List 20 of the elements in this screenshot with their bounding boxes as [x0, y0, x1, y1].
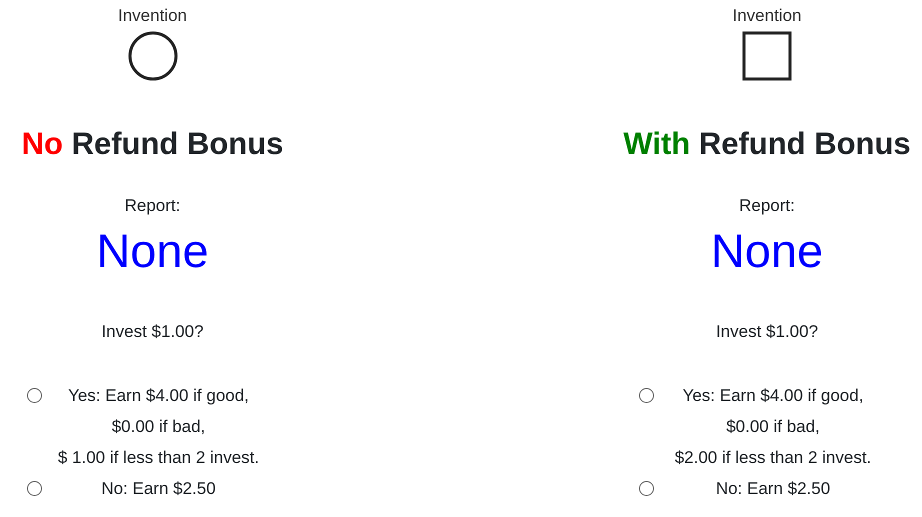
- report-value: None: [96, 223, 209, 279]
- option-label: No: Earn $2.50: [716, 478, 830, 500]
- report-value: None: [710, 223, 824, 279]
- option-label: Yes: Earn $4.00 if good, $0.00 if bad, $2.00 if less than 2 invest.: [674, 385, 872, 469]
- option-label: No: Earn $2.50: [101, 478, 216, 500]
- report-label: Report:: [124, 195, 180, 217]
- report-label: Report:: [739, 195, 795, 217]
- circle-icon: [128, 31, 178, 81]
- bonus-heading: No Refund Bonus: [22, 125, 284, 163]
- option-label: Yes: Earn $4.00 if good, $0.00 if bad, $ 1.00 if less than 2 invest.: [58, 385, 260, 469]
- bonus-heading: With Refund Bonus: [623, 125, 911, 163]
- radio-button[interactable]: [639, 388, 654, 403]
- radio-button[interactable]: [27, 481, 42, 496]
- symbol-label: Invention: [732, 5, 802, 27]
- invest-question: Invest $1.00?: [716, 321, 818, 343]
- radio-button[interactable]: [27, 388, 42, 403]
- square-icon: [742, 31, 792, 81]
- radio-button[interactable]: [639, 481, 654, 496]
- invest-question: Invest $1.00?: [101, 321, 204, 343]
- symbol-label: Invention: [118, 5, 187, 27]
